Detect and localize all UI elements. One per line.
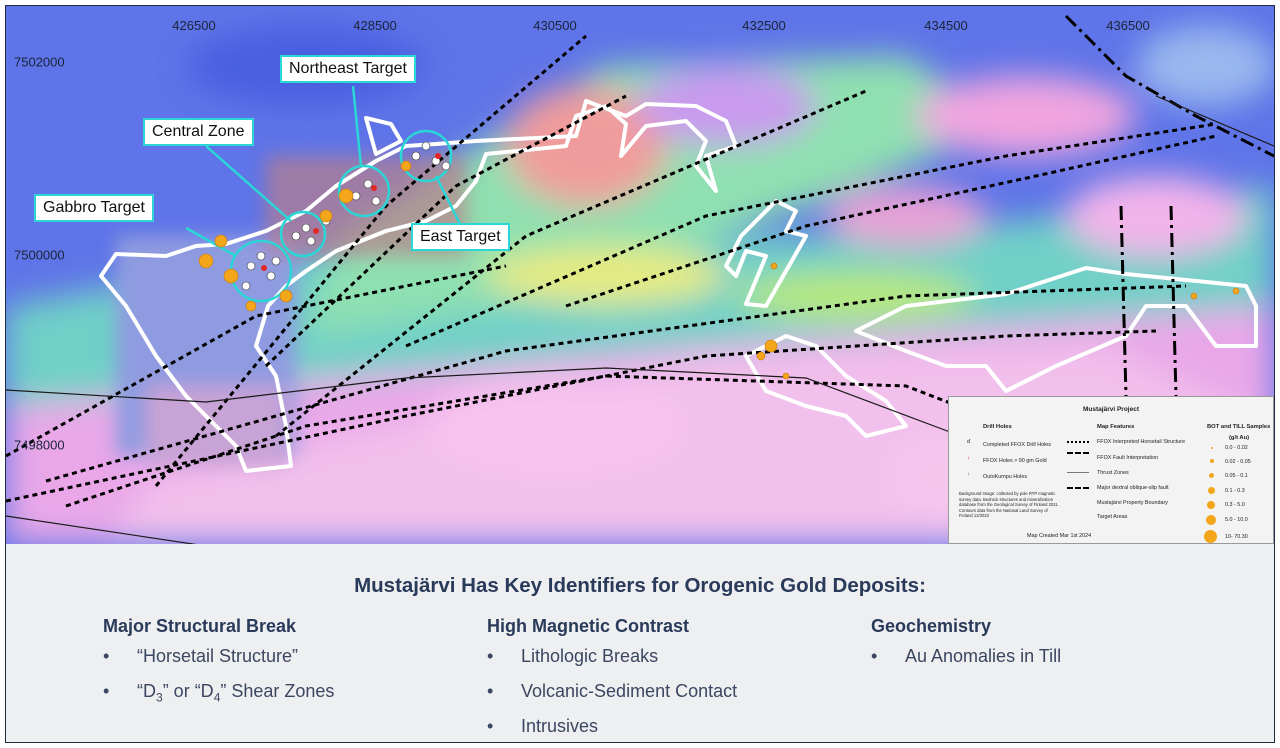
legend-feature-item: Mustajärvi Property Boundary — [1097, 500, 1169, 506]
legend-sample-item: 0.1 - 0.3 — [1225, 488, 1245, 494]
column-structural-break: Major Structural Break “Horsetail Struct… — [103, 616, 334, 715]
column-heading: Major Structural Break — [103, 616, 297, 636]
legend-sample-dot — [1209, 473, 1214, 478]
legend-feature-item: Target Areas — [1097, 514, 1128, 520]
legend-sample-item: 10- 70.30 — [1225, 534, 1248, 540]
legend-sample-dot — [1208, 487, 1215, 494]
bullet-item: Lithologic Breaks — [487, 645, 737, 680]
bullet-item: Intrusives — [487, 715, 737, 742]
legend-drill-symbol-icon: ɗ — [967, 439, 970, 445]
magnetic-map[interactable]: 426500 428500 430500 432500 434500 43650… — [6, 6, 1274, 544]
column-geochemistry: Geochemistry Au Anomalies in Till — [871, 616, 1061, 680]
figure-frame: 426500 428500 430500 432500 434500 43650… — [5, 5, 1275, 743]
bullet-item: Au Anomalies in Till — [871, 645, 1061, 680]
callout-east-target[interactable]: East Target — [411, 223, 510, 251]
column-heading: High Magnetic Contrast — [487, 616, 690, 636]
legend-map-features-heading: Map Features — [1097, 424, 1135, 430]
x-tick: 432500 — [742, 18, 786, 33]
bullet-list: Au Anomalies in Till — [871, 645, 1061, 680]
column-heading: Geochemistry — [871, 616, 992, 636]
legend-source-note: Background Image: collected by pole RTP … — [959, 491, 1059, 518]
map-legend: Mustajärvi Project Drill Holes Map Featu… — [948, 396, 1274, 544]
legend-drill-holes-heading: Drill Holes — [983, 424, 1012, 430]
bullet-list: Lithologic Breaks Volcanic-Sediment Cont… — [487, 645, 737, 742]
legend-sample-dot — [1210, 459, 1214, 463]
legend-drill-item: OutoKumpu Holes — [983, 474, 1028, 480]
legend-sample-item: 5.0 - 10.0 — [1225, 517, 1248, 523]
legend-sample-item: 0.3 - 5.0 — [1225, 502, 1245, 508]
legend-title: Mustajärvi Project — [1083, 406, 1139, 413]
callout-central-zone[interactable]: Central Zone — [143, 118, 254, 146]
panel-title: Mustajärvi Has Key Identifiers for Oroge… — [354, 574, 926, 597]
y-tick: 7502000 — [14, 54, 65, 70]
identifiers-panel: Mustajärvi Has Key Identifiers for Oroge… — [6, 544, 1274, 742]
legend-samples-unit: (g/t Au) — [1229, 435, 1250, 441]
x-tick: 436500 — [1106, 18, 1150, 33]
legend-sample-item: 0.05 - 0.1 — [1225, 473, 1248, 479]
legend-sample-item: 0.02 - 0.05 — [1225, 459, 1251, 465]
callout-gabbro-target[interactable]: Gabbro Target — [34, 194, 154, 222]
bullet-list: “Horsetail Structure” “D3” or “D4” Shear… — [103, 645, 334, 715]
legend-drill-item: FFOX Holes > 90 gm Gold — [983, 458, 1047, 464]
legend-thrust-symbol — [1067, 472, 1089, 473]
y-tick: 7498000 — [14, 437, 65, 453]
x-tick: 426500 — [172, 18, 216, 33]
legend-drill-item: Completed FFOX Drill Holes — [983, 442, 1051, 448]
y-tick: 7500000 — [14, 247, 65, 263]
x-tick: 430500 — [533, 18, 577, 33]
bullet-item: “Horsetail Structure” — [103, 645, 334, 680]
legend-feature-item: Thrust Zones — [1097, 470, 1129, 476]
legend-horsetail-symbol — [1067, 441, 1089, 443]
legend-samples-heading: BOT and TILL Samples — [1207, 424, 1271, 430]
callout-northeast-target[interactable]: Northeast Target — [280, 55, 416, 83]
legend-outokumpu-icon: ↓ — [967, 471, 970, 477]
legend-sample-dot — [1206, 515, 1216, 525]
legend-sample-dot — [1211, 447, 1213, 449]
legend-created-date: Map Created Mar 1st 2024 — [1027, 533, 1092, 539]
legend-sample-item: 0.0 - 0.02 — [1225, 445, 1248, 451]
bullet-item: Volcanic-Sediment Contact — [487, 680, 737, 715]
x-tick: 434500 — [924, 18, 968, 33]
legend-feature-item: FFOX Interpreted Horsetail Structure — [1097, 439, 1186, 445]
legend-dextral-fault-symbol — [1067, 487, 1089, 489]
legend-sample-dot — [1207, 501, 1215, 509]
bullet-item-shear-zones: “D3” or “D4” Shear Zones — [103, 680, 334, 715]
legend-gold-hole-icon: ↓ — [967, 455, 970, 461]
legend-feature-item: Major dextral oblique-slip fault — [1097, 485, 1169, 491]
column-magnetic-contrast: High Magnetic Contrast Lithologic Breaks… — [487, 616, 737, 742]
legend-sample-dot — [1204, 530, 1217, 543]
legend-feature-item: FFOX Fault Interpretation — [1097, 455, 1159, 461]
x-tick: 428500 — [353, 18, 397, 33]
legend-fault-symbol — [1067, 452, 1089, 454]
